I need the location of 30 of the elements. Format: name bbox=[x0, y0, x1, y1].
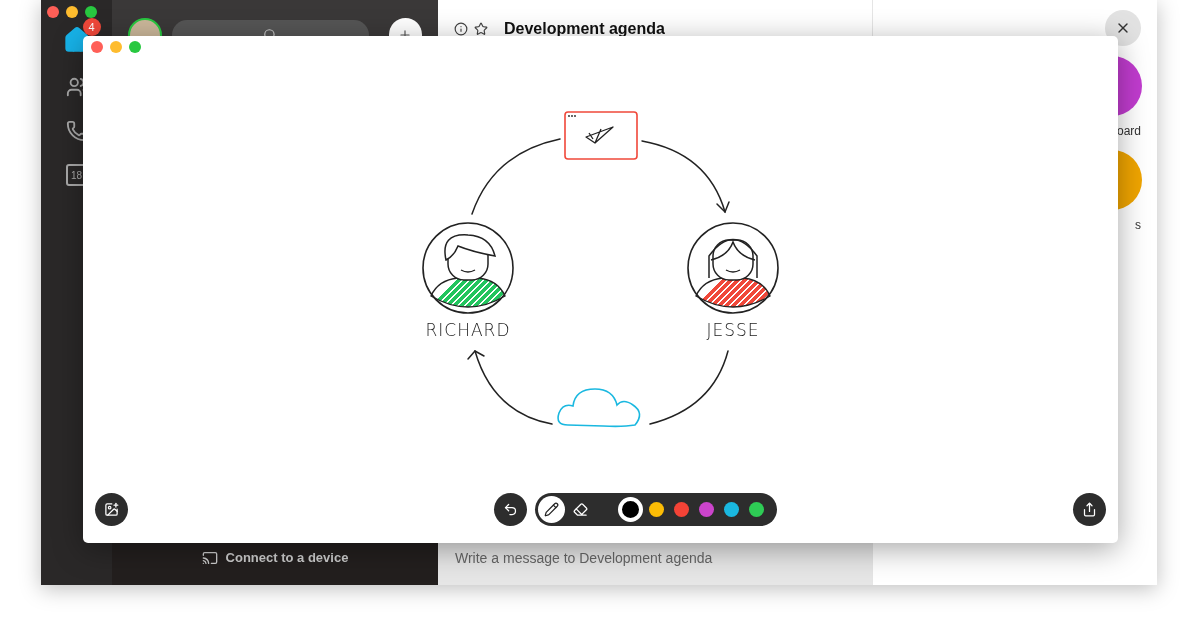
undo-button[interactable] bbox=[494, 493, 527, 526]
notification-badge: 4 bbox=[82, 18, 101, 36]
cast-icon bbox=[201, 549, 218, 566]
color-swatch[interactable] bbox=[699, 502, 714, 517]
color-swatch[interactable] bbox=[674, 502, 689, 517]
color-swatch[interactable] bbox=[618, 497, 643, 522]
close-window-button[interactable] bbox=[91, 41, 103, 53]
share-button[interactable] bbox=[1073, 493, 1106, 526]
pencil-icon bbox=[544, 502, 559, 517]
person-name: JESSE bbox=[706, 320, 760, 340]
color-swatch[interactable] bbox=[649, 502, 664, 517]
zoom-window-button[interactable] bbox=[85, 6, 97, 18]
action-label: oard bbox=[1116, 123, 1141, 140]
color-swatch[interactable] bbox=[749, 502, 764, 517]
info-icon[interactable] bbox=[454, 22, 468, 36]
minimize-window-button[interactable] bbox=[66, 6, 78, 18]
close-button[interactable] bbox=[1105, 10, 1141, 46]
eraser-icon bbox=[573, 502, 588, 517]
action-label: s bbox=[1135, 217, 1141, 234]
color-swatch[interactable] bbox=[724, 502, 739, 517]
conversation-title: Development agenda bbox=[504, 19, 665, 39]
add-image-icon bbox=[104, 502, 119, 517]
connect-device-link[interactable]: Connect to a device bbox=[225, 547, 349, 568]
close-window-button[interactable] bbox=[47, 6, 59, 18]
undo-icon bbox=[503, 502, 518, 517]
add-image-button[interactable] bbox=[95, 493, 128, 526]
star-icon[interactable] bbox=[474, 22, 488, 36]
tool-button[interactable] bbox=[538, 496, 565, 523]
person-name: RICHARD bbox=[425, 320, 511, 340]
share-icon bbox=[1082, 502, 1097, 517]
